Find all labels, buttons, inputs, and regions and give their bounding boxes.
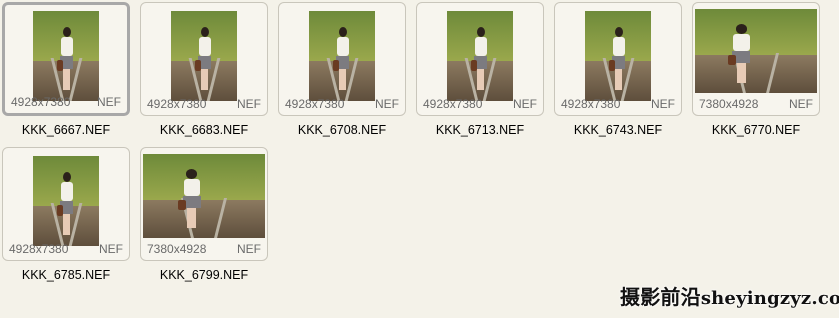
photo-thumbnail xyxy=(447,11,513,101)
file-type: NEF xyxy=(789,97,813,111)
thumbnail-card[interactable]: 4928x7380 NEF xyxy=(278,2,406,116)
watermark-latin-text: sheyingzyz.com xyxy=(700,288,839,309)
image-dimensions: 4928x7380 xyxy=(11,95,71,109)
file-name[interactable]: KKK_6708.NEF xyxy=(278,123,406,137)
image-dimensions: 4928x7380 xyxy=(561,97,621,111)
file-name[interactable]: KKK_6785.NEF xyxy=(2,268,130,282)
file-meta: 7380x4928 NEF xyxy=(699,97,813,111)
file-name[interactable]: KKK_6667.NEF xyxy=(2,123,130,137)
thumbnail-card[interactable]: 4928x7380 NEF xyxy=(554,2,682,116)
file-type: NEF xyxy=(97,95,121,109)
thumbnail-card[interactable]: 4928x7380 NEF xyxy=(2,2,130,116)
file-type: NEF xyxy=(513,97,537,111)
photo-thumbnail xyxy=(309,11,375,101)
file-tile[interactable]: 4928x7380 NEF KKK_6667.NEF xyxy=(2,2,134,144)
thumbnail-card[interactable]: 4928x7380 NEF xyxy=(140,2,268,116)
file-type: NEF xyxy=(237,97,261,111)
photo-thumbnail xyxy=(695,9,817,93)
file-name[interactable]: KKK_6743.NEF xyxy=(554,123,682,137)
file-tile[interactable]: 4928x7380 NEF KKK_6743.NEF xyxy=(554,2,686,144)
file-meta: 7380x4928 NEF xyxy=(147,242,261,256)
file-type: NEF xyxy=(99,242,123,256)
file-type: NEF xyxy=(651,97,675,111)
file-type: NEF xyxy=(375,97,399,111)
image-dimensions: 4928x7380 xyxy=(147,97,207,111)
file-tile[interactable]: 7380x4928 NEF KKK_6799.NEF xyxy=(140,147,272,289)
file-tile[interactable]: 4928x7380 NEF KKK_6785.NEF xyxy=(2,147,134,289)
file-tile[interactable]: 4928x7380 NEF KKK_6713.NEF xyxy=(416,2,548,144)
thumbnail-card[interactable]: 4928x7380 NEF xyxy=(416,2,544,116)
image-dimensions: 4928x7380 xyxy=(285,97,345,111)
photo-thumbnail xyxy=(143,154,265,238)
file-meta: 4928x7380 NEF xyxy=(423,97,537,111)
thumbnail-card[interactable]: 4928x7380 NEF xyxy=(2,147,130,261)
image-dimensions: 4928x7380 xyxy=(9,242,69,256)
file-meta: 4928x7380 NEF xyxy=(147,97,261,111)
photo-thumbnail xyxy=(33,156,99,246)
thumbnail-card[interactable]: 7380x4928 NEF xyxy=(140,147,268,261)
image-dimensions: 4928x7380 xyxy=(423,97,483,111)
file-tile[interactable]: 7380x4928 NEF KKK_6770.NEF xyxy=(692,2,824,144)
photo-thumbnail xyxy=(585,11,651,101)
file-name[interactable]: KKK_6683.NEF xyxy=(140,123,268,137)
file-tile[interactable]: 4928x7380 NEF KKK_6683.NEF xyxy=(140,2,272,144)
file-name[interactable]: KKK_6799.NEF xyxy=(140,268,268,282)
file-thumbnail-grid: 4928x7380 NEF KKK_6667.NEF 4928x7380 NEF… xyxy=(0,0,839,318)
file-tile[interactable]: 4928x7380 NEF KKK_6708.NEF xyxy=(278,2,410,144)
file-meta: 4928x7380 NEF xyxy=(561,97,675,111)
file-meta: 4928x7380 NEF xyxy=(285,97,399,111)
thumbnail-card[interactable]: 7380x4928 NEF xyxy=(692,2,820,116)
file-name[interactable]: KKK_6713.NEF xyxy=(416,123,544,137)
watermark-cjk-text: 摄影前沿 xyxy=(620,285,701,309)
file-name[interactable]: KKK_6770.NEF xyxy=(692,123,820,137)
photo-thumbnail xyxy=(33,11,99,101)
file-meta: 4928x7380 NEF xyxy=(9,242,123,256)
photo-thumbnail xyxy=(171,11,237,101)
file-meta: 4928x7380 NEF xyxy=(11,95,121,109)
image-dimensions: 7380x4928 xyxy=(699,97,759,111)
site-watermark: 摄影前沿sheyingzyz.com xyxy=(620,281,839,313)
image-dimensions: 7380x4928 xyxy=(147,242,207,256)
file-type: NEF xyxy=(237,242,261,256)
